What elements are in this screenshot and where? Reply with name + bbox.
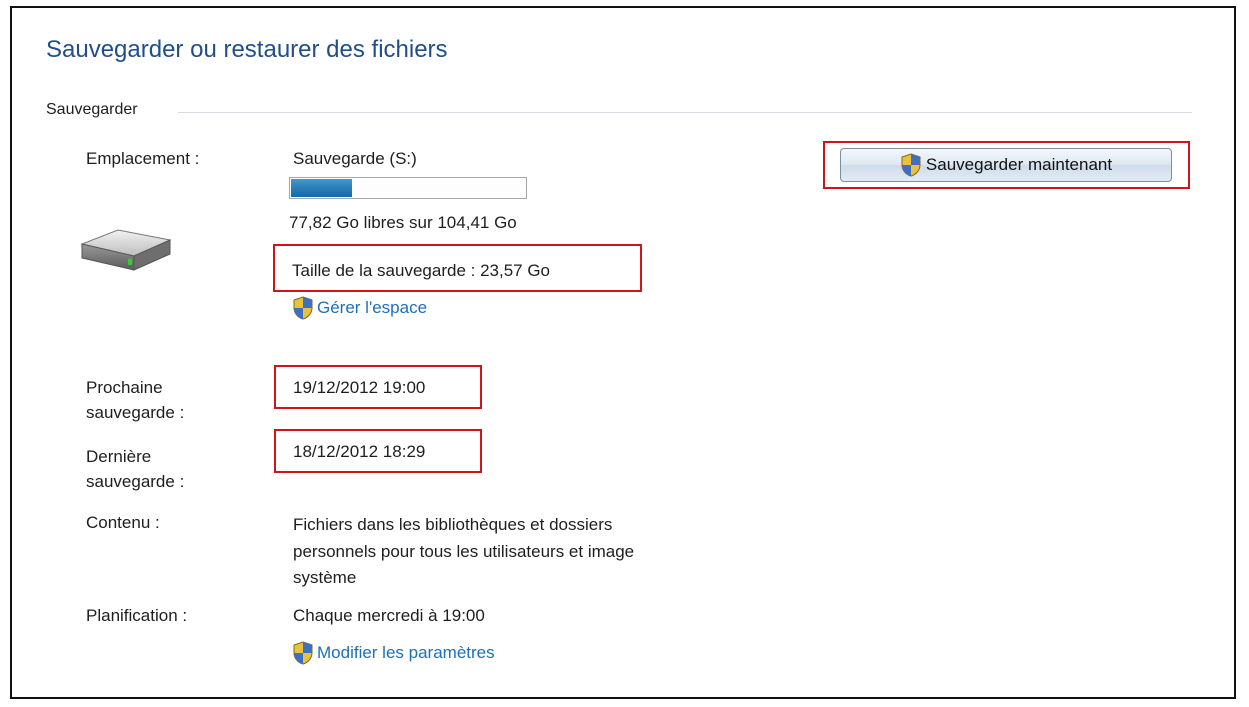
manage-space-label[interactable]: Gérer l'espace <box>317 298 427 318</box>
hard-drive-icon <box>80 229 172 271</box>
uac-shield-icon <box>293 296 313 320</box>
drive-usage-fill <box>291 179 353 197</box>
next-backup-label-2: sauvegarde : <box>86 403 185 422</box>
uac-shield-icon <box>293 641 313 665</box>
schedule-value: Chaque mercredi à 19:00 <box>293 606 485 625</box>
last-backup-value: 18/12/2012 18:29 <box>293 442 426 461</box>
next-backup-label-1: Prochaine <box>86 378 163 397</box>
backup-now-label[interactable]: Sauvegarder maintenant <box>926 155 1112 175</box>
modify-settings-label[interactable]: Modifier les paramètres <box>317 643 495 663</box>
uac-shield-icon <box>901 153 921 177</box>
free-space-text: 77,82 Go libres sur 104,41 Go <box>289 213 517 232</box>
contents-line-2: personnels pour tous les utilisateurs et… <box>293 542 635 561</box>
drive-name: Sauvegarde (S:) <box>293 149 417 168</box>
location-label: Emplacement : <box>86 149 200 168</box>
backup-now-button[interactable]: Sauvegarder maintenant <box>840 148 1172 182</box>
drive-usage-bar <box>289 177 527 199</box>
window-frame <box>10 6 1236 699</box>
schedule-label: Planification : <box>86 606 188 625</box>
page-title: Sauvegarder ou restaurer des fichiers <box>46 36 448 63</box>
last-backup-label-1: Dernière <box>86 447 152 466</box>
section-label: Sauvegarder <box>46 101 138 118</box>
manage-space-link[interactable]: Gérer l'espace <box>292 296 427 320</box>
section-divider <box>178 112 1192 113</box>
last-backup-label-2: sauvegarde : <box>86 472 185 491</box>
contents-label: Contenu : <box>86 513 160 532</box>
backup-size-text: Taille de la sauvegarde : 23,57 Go <box>292 261 551 280</box>
contents-line-3: système <box>293 568 357 587</box>
modify-settings-link[interactable]: Modifier les paramètres <box>292 641 495 665</box>
contents-line-1: Fichiers dans les bibliothèques et dossi… <box>293 515 613 534</box>
next-backup-value: 19/12/2012 19:00 <box>293 378 426 397</box>
